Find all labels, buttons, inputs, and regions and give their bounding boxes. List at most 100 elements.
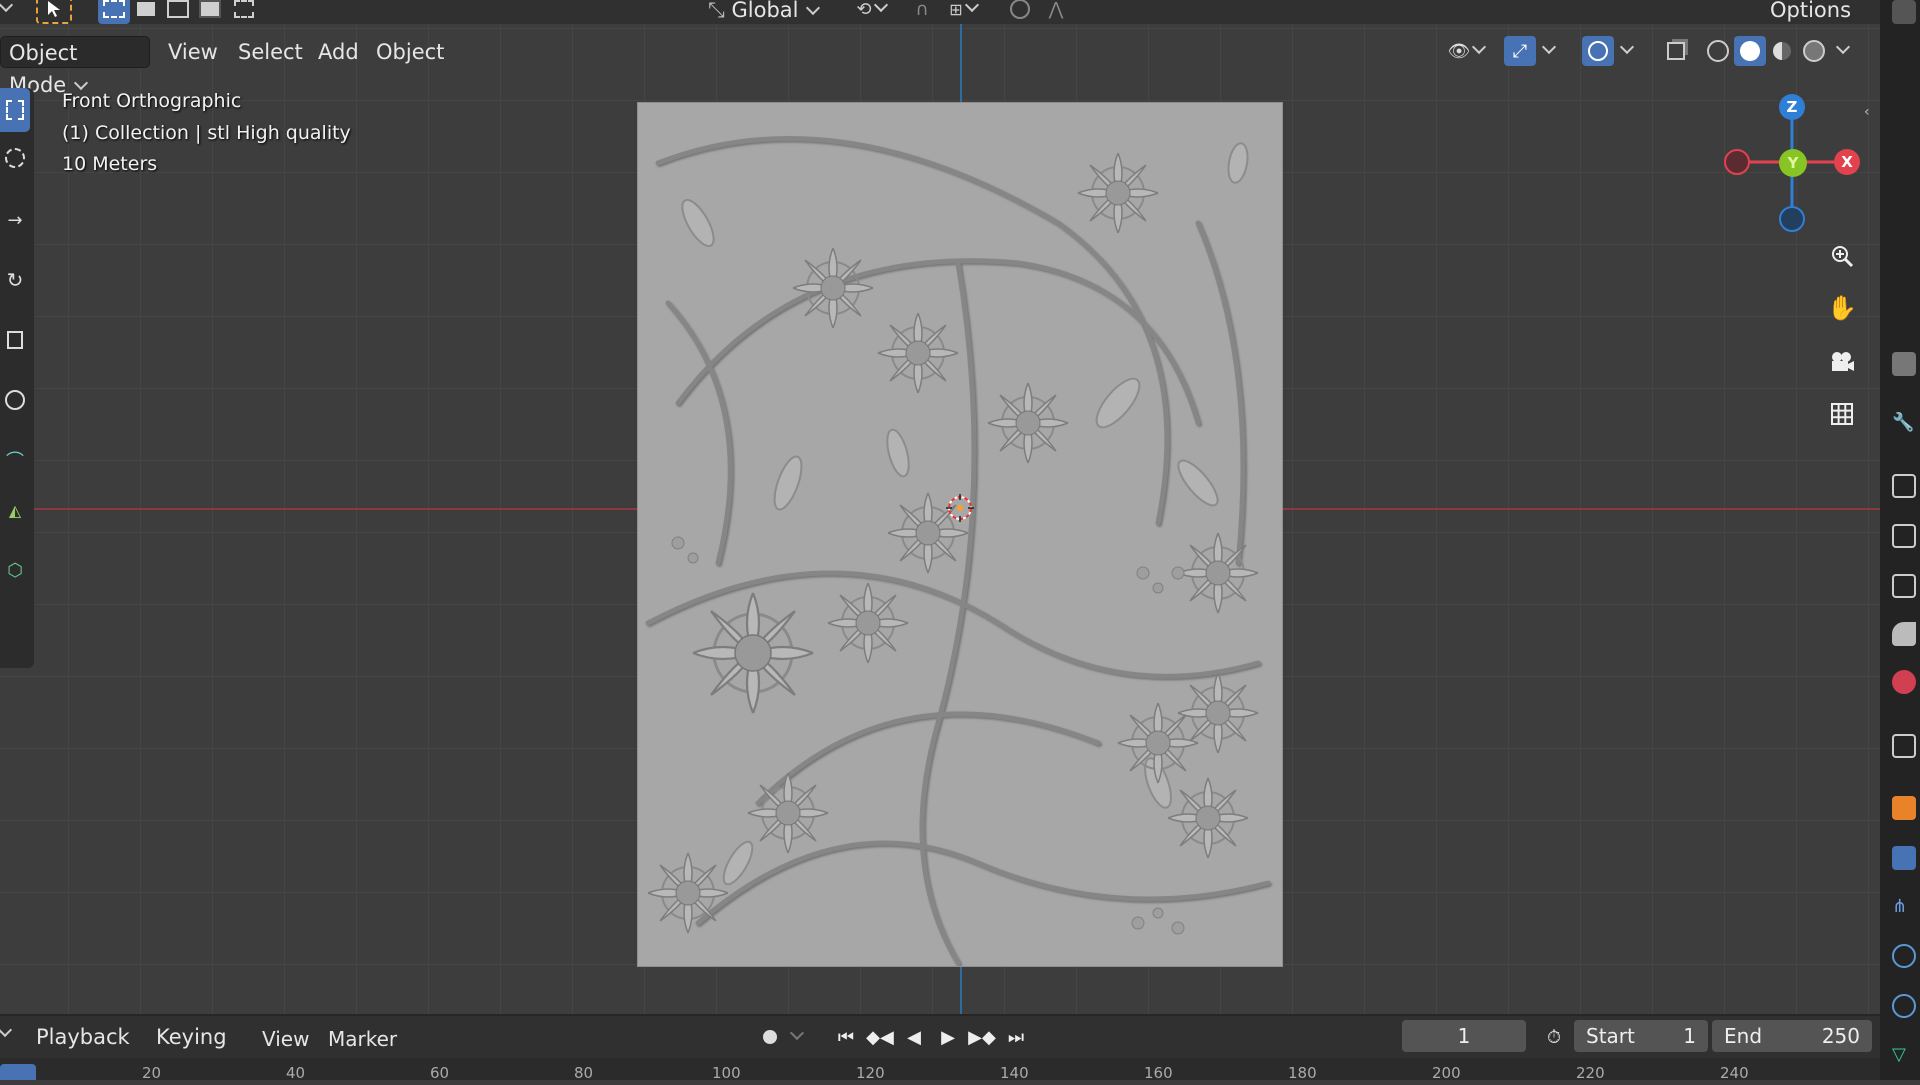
properties-toggle-icon[interactable] [1892,352,1916,376]
snap-icon[interactable]: ∩ [906,0,938,24]
ruler-tick: 160 [1144,1064,1173,1082]
transform-tool-icon[interactable] [0,378,30,422]
particles-properties-icon[interactable]: ⋔ [1892,896,1916,920]
visibility-eye-icon[interactable]: 👁 [1440,36,1492,66]
view-menu[interactable]: View [160,36,226,68]
select-menu[interactable]: Select [230,36,311,68]
scale-tool-icon[interactable] [0,318,30,362]
data-properties-icon[interactable]: ▽ [1892,1044,1916,1068]
render-properties-icon[interactable] [1892,474,1916,498]
rendered-shading-icon[interactable] [1798,36,1830,66]
play-icon[interactable]: ▶ [932,1022,964,1052]
move-tool-icon[interactable]: → [0,198,30,242]
view-layer-properties-icon[interactable] [1892,574,1916,598]
box-select-new-icon[interactable] [98,0,130,24]
shading-options-chevron-icon[interactable] [1832,36,1854,66]
material-shading-icon[interactable] [1766,36,1798,66]
ruler-tick: 20 [142,1064,162,1082]
jump-prev-keyframe-icon[interactable]: ◆◀ [864,1022,896,1052]
add-menu[interactable]: Add [310,36,367,68]
gizmo-y-axis[interactable]: Y [1779,149,1807,177]
overlay-toggle-icon[interactable] [1582,36,1614,66]
floral-relief-pattern [638,103,1282,966]
sidebar-toggle-icon[interactable]: ‹ [1864,104,1876,120]
box-select-invert-icon[interactable] [194,0,226,24]
scale-info-label: 10 Meters [62,153,158,175]
playhead[interactable] [0,1064,36,1080]
constraints-properties-icon[interactable] [1892,994,1916,1018]
editor-type-icon[interactable] [1892,0,1916,24]
measure-tool-icon[interactable]: ◭ [0,488,30,532]
ruler-tick: 220 [1576,1064,1605,1082]
timeline-marker-menu[interactable]: Marker [328,1024,397,1054]
play-reverse-icon[interactable]: ◀ [898,1022,930,1052]
jump-to-start-icon[interactable]: ⏮ [830,1022,862,1052]
relief-object[interactable] [637,102,1283,967]
select-box-tool-icon[interactable] [0,88,30,132]
tool-properties-icon[interactable]: 🔧 [1892,412,1916,436]
ruler-tick: 180 [1288,1064,1317,1082]
start-frame-field[interactable]: Start 1 [1574,1020,1708,1052]
ruler-tick: 80 [574,1064,594,1082]
gizmo-toggle-icon[interactable]: ⤢ [1504,36,1536,66]
start-value: 1 [1683,1024,1696,1048]
options-dropdown[interactable]: Options [1762,0,1870,48]
box-select-extend-icon[interactable] [130,0,162,24]
current-frame-field[interactable]: 1 [1402,1020,1526,1052]
chevron-down-icon[interactable] [0,1022,13,1054]
3d-cursor-icon[interactable] [944,492,976,524]
hand-pan-icon[interactable]: ✋ [1822,288,1862,328]
box-select-subtract-icon[interactable] [162,0,194,24]
end-frame-field[interactable]: End 250 [1712,1020,1872,1052]
auto-key-chevron-icon[interactable] [786,1022,808,1052]
xray-toggle-icon[interactable] [1660,36,1692,66]
end-value: 250 [1821,1024,1860,1048]
chevron-down-icon[interactable] [0,0,14,24]
ruler-tick: 60 [430,1064,450,1082]
object-properties-icon[interactable] [1892,796,1916,820]
collection-properties-icon[interactable] [1892,734,1916,758]
rotate-tool-icon[interactable]: ↻ [0,258,30,302]
object-menu[interactable]: Object [368,36,452,68]
grid-icon[interactable] [1822,394,1862,434]
transform-orientation-dropdown[interactable]: ⤡ Global [700,0,832,24]
falloff-icon[interactable]: ⋀ [1040,0,1072,24]
end-label: End [1724,1024,1763,1048]
zoom-icon[interactable] [1822,236,1862,276]
output-properties-icon[interactable] [1892,524,1916,548]
snap-target-icon[interactable]: ⊞ [940,0,986,24]
view-name-label: Front Orthographic [62,90,242,112]
add-cube-tool-icon[interactable]: ⬡ [0,548,30,592]
collection-info-label: (1) Collection | stl High quality [62,122,351,144]
solid-shading-icon[interactable] [1734,36,1766,66]
timeline-view-menu[interactable]: View [262,1024,309,1054]
jump-to-end-icon[interactable]: ⏭ [1000,1022,1032,1052]
overlay-options-chevron-icon[interactable] [1616,36,1638,66]
proportional-edit-icon[interactable] [1004,0,1036,24]
select-cursor-icon[interactable] [36,0,72,24]
jump-next-keyframe-icon[interactable]: ▶◆ [966,1022,998,1052]
pivot-point-icon[interactable]: ⟲ [848,0,894,24]
cursor-tool-icon[interactable] [0,136,30,180]
annotate-tool-icon[interactable]: ⌒ [0,438,30,482]
gizmo-options-chevron-icon[interactable] [1538,36,1560,66]
ruler-tick: 140 [1000,1064,1029,1082]
modifier-properties-icon[interactable] [1892,846,1916,870]
world-properties-icon[interactable] [1892,670,1916,694]
ruler-tick: 240 [1720,1064,1749,1082]
camera-icon[interactable] [1822,342,1862,382]
playback-menu[interactable]: Playback [28,1021,142,1075]
top-header: ⤡ Global ⟲ ∩ ⊞ ⋀ Options [0,0,1880,48]
keying-menu[interactable]: Keying [148,1021,246,1075]
wireframe-shading-icon[interactable] [1702,36,1734,66]
record-keyframe-icon[interactable] [754,1022,786,1052]
gizmo-neg-z-axis[interactable] [1779,206,1805,232]
gizmo-x-axis[interactable]: X [1834,149,1860,175]
stopwatch-icon[interactable]: ⏱ [1538,1022,1570,1052]
scene-properties-icon[interactable] [1892,622,1916,646]
box-select-intersect-icon[interactable] [228,0,260,24]
gizmo-neg-x-axis[interactable] [1724,149,1750,175]
object-mode-dropdown[interactable]: Object Mode [0,36,150,97]
gizmo-z-axis[interactable]: Z [1779,94,1805,120]
physics-properties-icon[interactable] [1892,944,1916,968]
